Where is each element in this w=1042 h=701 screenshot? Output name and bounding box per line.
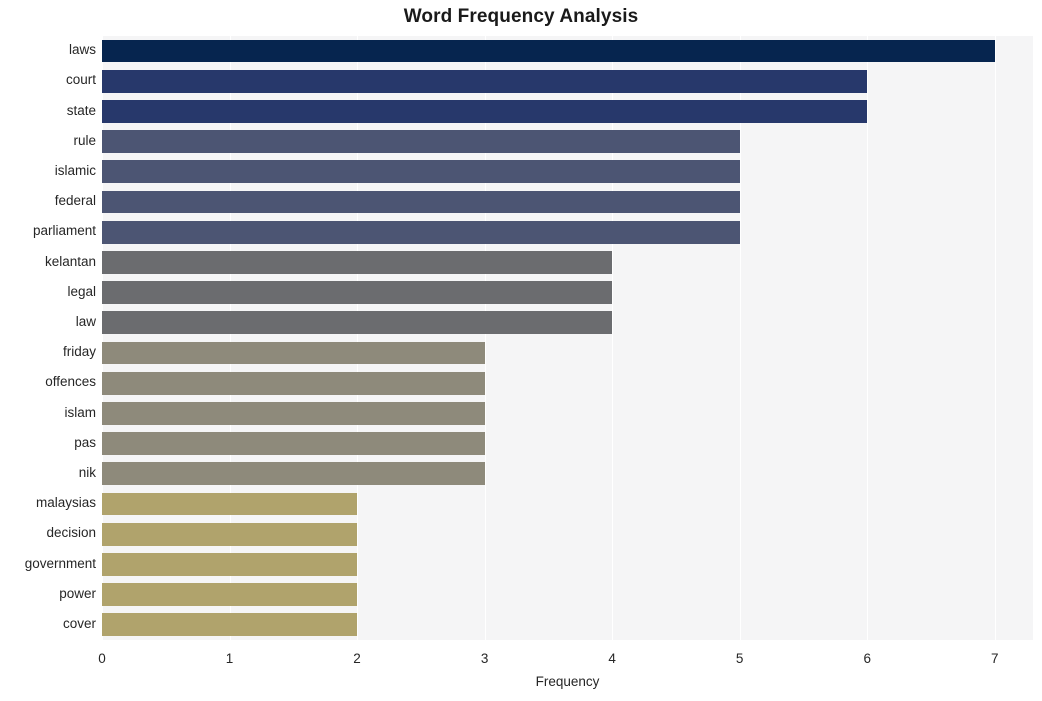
x-tick-label-1: 1 [225, 651, 234, 666]
x-axis-ticks: 0 1 2 3 4 5 6 7 [98, 640, 1033, 670]
y-tick-label-malaysias: malaysias [35, 495, 96, 511]
y-tick-label-kelantan: kelantan [44, 253, 96, 269]
bars-layer [102, 36, 1033, 640]
y-tick-label-cover: cover [62, 615, 96, 631]
bar-offences[interactable] [102, 371, 485, 395]
bar-laws[interactable] [102, 39, 995, 63]
x-tick-label-6: 6 [863, 651, 871, 666]
x-tick-label-3: 3 [480, 651, 489, 666]
x-tick-label-7: 7 [990, 651, 999, 666]
bar-row [102, 311, 1033, 335]
bar-row [102, 402, 1033, 425]
bar-nik[interactable] [102, 462, 485, 486]
y-tick-label-parliament: parliament [32, 223, 96, 239]
y-tick-label-decision: decision [46, 525, 96, 541]
bar-court[interactable] [102, 69, 868, 93]
y-tick-label-offences: offences [45, 374, 96, 390]
bar-federal[interactable] [102, 190, 740, 214]
bar-row [102, 341, 1033, 365]
y-tick-label-government: government [24, 555, 96, 571]
bar-friday[interactable] [102, 341, 485, 365]
chart-title: Word Frequency Analysis [403, 6, 639, 27]
y-tick-label-islam: islam [64, 404, 96, 420]
bar-row [102, 281, 1033, 305]
bar-row [102, 69, 1033, 93]
bar-cover[interactable] [102, 613, 358, 637]
x-axis-title: Frequency [535, 674, 600, 689]
x-tick-label-0: 0 [98, 651, 106, 666]
bar-row [102, 220, 1033, 244]
bar-decision[interactable] [102, 522, 358, 546]
plot-area [102, 36, 1033, 640]
bar-row [102, 100, 1033, 123]
y-tick-label-federal: federal [54, 193, 96, 209]
bar-kelantan[interactable] [102, 251, 613, 274]
bar-parliament[interactable] [102, 220, 740, 244]
y-tick-label-laws: laws [68, 42, 96, 58]
bar-law[interactable] [102, 311, 613, 335]
chart-figure: Word Frequency Analysis laws court state ru… [0, 0, 1042, 701]
y-tick-label-legal: legal [67, 283, 96, 299]
bar-rule[interactable] [102, 130, 740, 154]
x-tick-label-2: 2 [353, 651, 361, 666]
bar-row [102, 613, 1033, 637]
y-tick-label-court: court [65, 72, 96, 88]
bar-row [102, 190, 1033, 214]
bar-islamic[interactable] [102, 160, 740, 184]
bar-row [102, 160, 1033, 184]
bar-row [102, 462, 1033, 486]
y-tick-label-friday: friday [62, 344, 96, 360]
y-tick-label-state: state [66, 102, 96, 118]
bar-pas[interactable] [102, 432, 485, 456]
bar-row [102, 492, 1033, 516]
bar-row [102, 39, 1033, 63]
y-axis-labels: laws court state rule islamic federal parliame… [0, 36, 96, 640]
y-tick-label-law: law [75, 313, 96, 329]
bar-row [102, 130, 1033, 154]
bar-state[interactable] [102, 100, 868, 123]
x-tick-label-4: 4 [608, 651, 616, 666]
bar-row [102, 251, 1033, 274]
y-tick-label-islamic: islamic [54, 162, 96, 178]
y-tick-label-nik: nik [78, 464, 96, 480]
x-tick-label-5: 5 [735, 651, 744, 666]
y-tick-label-rule: rule [73, 132, 96, 148]
bar-row [102, 583, 1033, 607]
bar-row [102, 553, 1033, 576]
bar-islam[interactable] [102, 402, 485, 425]
bar-row [102, 432, 1033, 456]
bar-government[interactable] [102, 553, 358, 576]
bar-row [102, 522, 1033, 546]
bar-power[interactable] [102, 583, 358, 607]
bar-row [102, 371, 1033, 395]
bar-malaysias[interactable] [102, 492, 358, 516]
y-tick-label-pas: pas [74, 434, 96, 450]
bar-legal[interactable] [102, 281, 613, 305]
y-tick-label-power: power [59, 585, 96, 601]
